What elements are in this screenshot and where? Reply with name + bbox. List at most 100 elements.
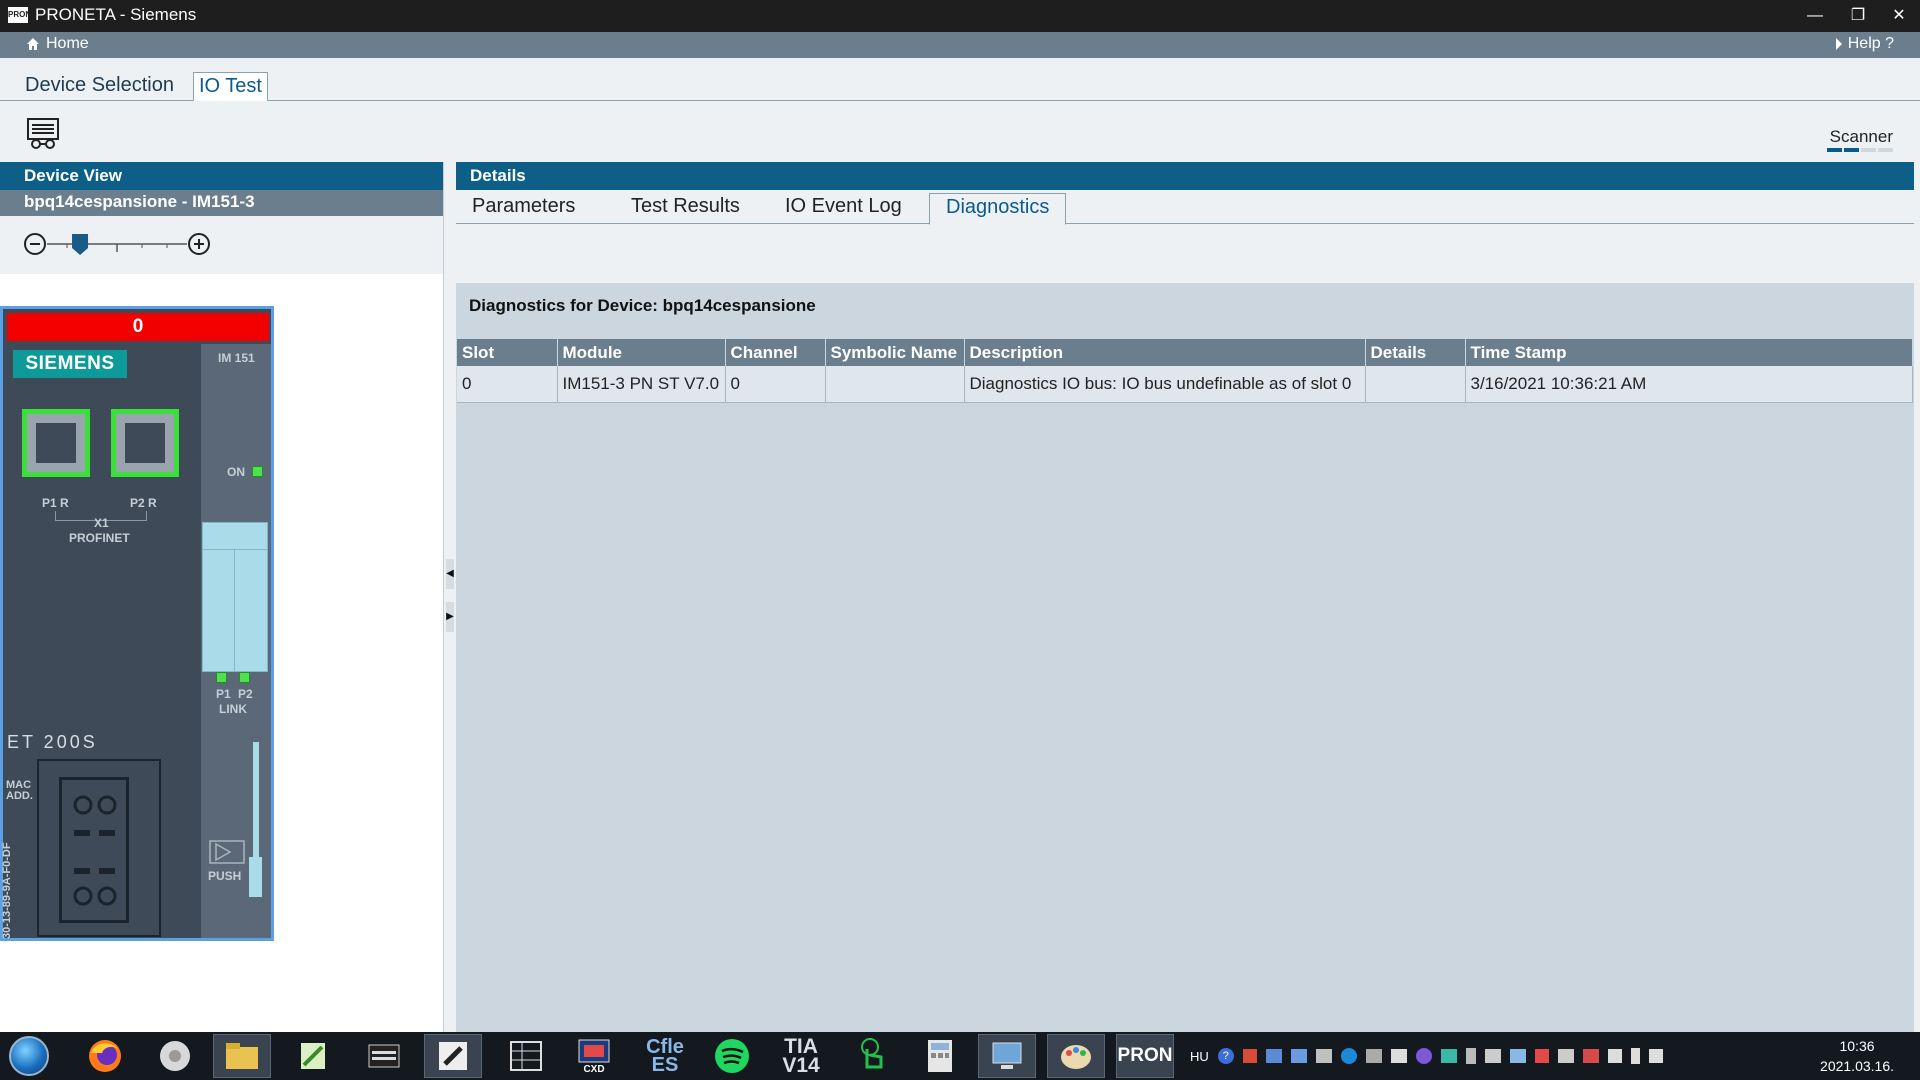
column-header-details[interactable]: Details	[1365, 339, 1466, 366]
port-p2-label: P2 R	[130, 496, 157, 510]
column-header-symbolic-name[interactable]: Symbolic Name	[825, 339, 965, 366]
tray-icon[interactable]	[1582, 1049, 1599, 1063]
tray-icon[interactable]	[1315, 1049, 1332, 1063]
tab-test-results[interactable]: Test Results	[615, 193, 756, 224]
spotify-icon[interactable]	[703, 1034, 761, 1078]
scanner-segment	[1861, 148, 1876, 152]
tray-icon[interactable]	[1265, 1049, 1282, 1063]
proneta-icon[interactable]: PRON	[1116, 1034, 1174, 1078]
column-header-description[interactable]: Description	[964, 339, 1366, 366]
tray-icon[interactable]	[1390, 1049, 1407, 1063]
zoom-slider-thumb[interactable]	[72, 234, 89, 255]
tray-icon[interactable]	[1534, 1049, 1549, 1063]
link-p1-label: P1	[216, 687, 231, 701]
details-header: Details	[456, 162, 1914, 190]
expand-right-icon[interactable]: ▶	[446, 602, 454, 632]
clock[interactable]: 10:36 2021.03.16.	[1820, 1036, 1894, 1076]
io-test-view-icon[interactable]	[26, 117, 60, 151]
tab-parameters[interactable]: Parameters	[456, 193, 591, 224]
table-row[interactable]: 0 IM151-3 PN ST V7.0 0 Diagnostics IO bu…	[457, 366, 1913, 403]
device-module-graphic[interactable]: 0 SIEMENS IM 151 P1 R P2 R X1 PROFINET O…	[0, 306, 274, 941]
scanner-segment	[1827, 148, 1842, 152]
start-button[interactable]	[9, 1036, 49, 1076]
tab-io-test[interactable]: IO Test	[193, 72, 268, 102]
tray-icon[interactable]	[1509, 1049, 1526, 1063]
terminal-icon[interactable]	[355, 1034, 413, 1078]
panel-splitter[interactable]: ◀ ▶	[444, 162, 456, 1032]
column-header-module[interactable]: Module	[557, 339, 726, 366]
help-link[interactable]: Help ?	[1835, 35, 1894, 53]
restore-button[interactable]: ❐	[1836, 0, 1880, 32]
cell-description: Diagnostics IO bus: IO bus undefinable a…	[964, 366, 1366, 403]
cxd-icon[interactable]: CXD	[565, 1034, 623, 1078]
file-explorer-icon[interactable]	[213, 1034, 271, 1078]
language-indicator[interactable]: HU	[1190, 1049, 1209, 1064]
link-p2-label: P2	[238, 687, 253, 701]
port-p1	[22, 409, 90, 477]
column-header-time-stamp[interactable]: Time Stamp	[1465, 339, 1913, 366]
device-name-bar: bpq14cespansione - IM151-3	[0, 190, 443, 216]
close-button[interactable]: ✕	[1877, 0, 1920, 32]
home-link[interactable]: Home	[26, 35, 89, 53]
tia-label: TIA V14	[782, 1035, 820, 1077]
help-tray-icon[interactable]: ?	[1217, 1048, 1234, 1064]
main-tab-bar: Device Selection IO Test	[0, 58, 1920, 102]
profinet-label: PROFINET	[69, 531, 130, 545]
port-p2	[111, 409, 179, 477]
calculator-icon[interactable]	[911, 1034, 969, 1078]
siemens-logo: SIEMENS	[13, 350, 127, 378]
cfle-icon[interactable]: Cfle ES	[636, 1034, 694, 1078]
series-label: ET 200S	[7, 732, 98, 752]
bluetooth-icon[interactable]	[1465, 1048, 1476, 1064]
zoom-slider[interactable]	[47, 230, 187, 260]
tab-io-event-log[interactable]: IO Event Log	[769, 193, 918, 224]
proneta-label: PRON	[1117, 1045, 1173, 1066]
title-bar: PRON PRONETA - Siemens — ❐ ✕	[0, 0, 1920, 32]
column-header-channel[interactable]: Channel	[725, 339, 826, 366]
collapse-left-icon[interactable]: ◀	[446, 559, 454, 589]
tray-icon[interactable]	[1484, 1049, 1501, 1063]
battery-icon[interactable]	[1630, 1048, 1640, 1064]
zoom-in-icon[interactable]	[187, 232, 211, 256]
tray-icon[interactable]	[1365, 1049, 1382, 1063]
volume-icon[interactable]	[1648, 1049, 1663, 1063]
home-icon	[27, 38, 39, 50]
flag-icon[interactable]	[1607, 1049, 1622, 1063]
tray-icon[interactable]	[1415, 1048, 1432, 1064]
minimize-button[interactable]: —	[1793, 0, 1837, 32]
diagnostics-title: Diagnostics for Device: bpq14cespansione	[469, 296, 816, 315]
zoom-control	[0, 216, 443, 274]
link-label: LINK	[219, 702, 247, 716]
tray-icon[interactable]	[1242, 1049, 1257, 1063]
tray-icon[interactable]	[1340, 1048, 1357, 1064]
on-led	[252, 466, 263, 477]
zoom-out-icon[interactable]	[23, 232, 47, 256]
notepad-icon[interactable]	[284, 1034, 342, 1078]
chrome-icon[interactable]	[146, 1034, 204, 1078]
push-slider-fill[interactable]	[249, 857, 262, 897]
touch-icon[interactable]	[843, 1034, 901, 1078]
home-label: Home	[46, 35, 89, 52]
tray-icon[interactable]	[1290, 1049, 1307, 1063]
device-view-header: Device View	[0, 162, 443, 190]
cxd-label: CXD	[583, 1063, 605, 1075]
tab-device-selection[interactable]: Device Selection	[20, 72, 179, 101]
system-tray: HU ?	[1190, 1032, 1663, 1080]
column-header-slot[interactable]: Slot	[457, 339, 558, 366]
active-app-icon[interactable]	[424, 1034, 482, 1078]
link-led-p2	[239, 672, 250, 683]
network-icon[interactable]	[978, 1034, 1036, 1078]
x1-label: X1	[94, 516, 109, 530]
tia-icon[interactable]: TIA V14	[772, 1034, 830, 1078]
grid-app-icon[interactable]	[497, 1034, 555, 1078]
help-label: Help ?	[1847, 35, 1894, 52]
tab-diagnostics[interactable]: Diagnostics	[929, 193, 1067, 225]
tray-icon[interactable]	[1440, 1049, 1457, 1063]
firefox-icon[interactable]	[76, 1034, 134, 1078]
push-button-icon[interactable]	[209, 840, 245, 864]
cell-symbolic-name	[825, 366, 965, 403]
signal-icon[interactable]	[1557, 1049, 1574, 1063]
connector-box	[37, 759, 161, 937]
paint-icon[interactable]	[1047, 1034, 1105, 1078]
diagnostics-table: Slot Module Channel Symbolic Name Descri…	[457, 339, 1913, 403]
